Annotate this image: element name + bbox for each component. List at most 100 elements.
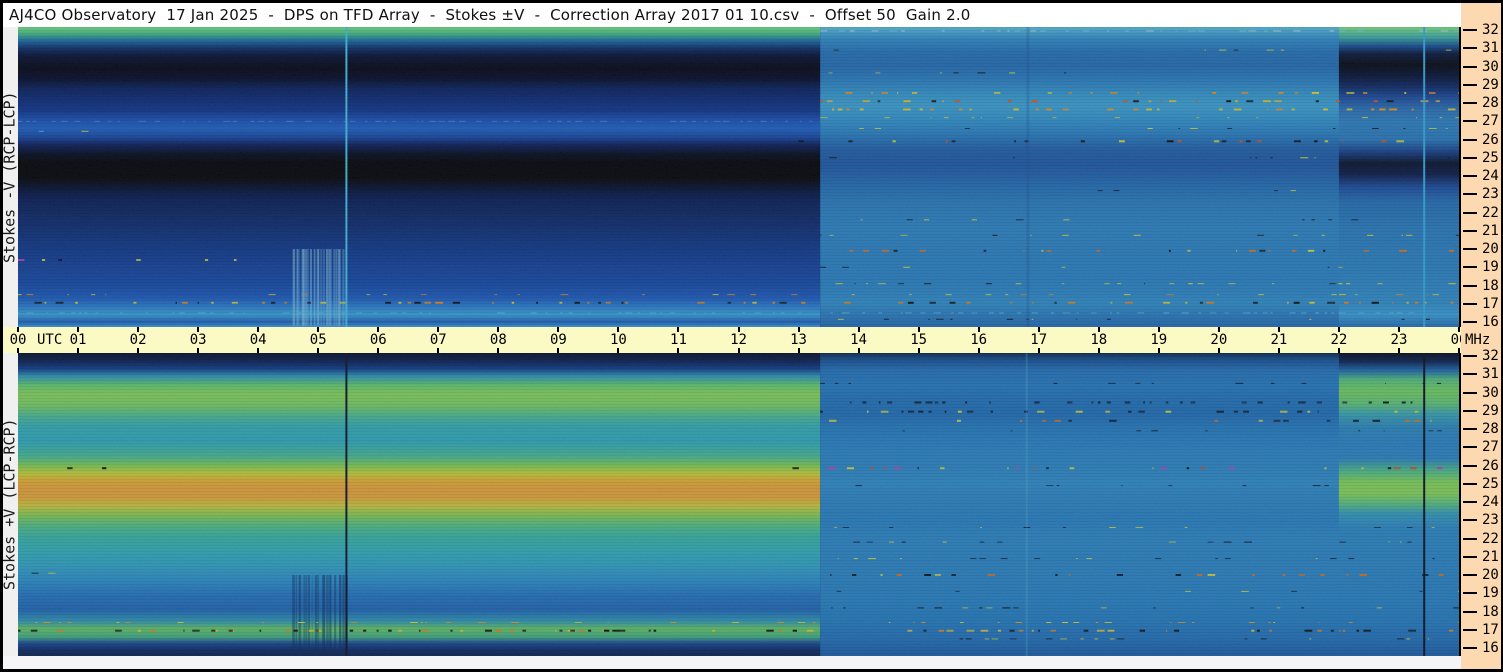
time-tick-label: 20	[1210, 332, 1228, 348]
time-tick-label: 03	[189, 332, 207, 348]
freq-tick	[1463, 156, 1477, 159]
freq-tick	[1463, 501, 1477, 503]
freq-tick	[1463, 373, 1477, 376]
time-tick-label: 23	[1390, 332, 1408, 348]
freq-tick	[1463, 409, 1477, 412]
utc-label: UTC	[37, 332, 63, 348]
freq-tick-label: 31	[1482, 40, 1499, 57]
title-bar: AJ4CO Observatory 17 Jan 2025 - DPS on T…	[3, 3, 1461, 27]
freq-tick	[1463, 321, 1477, 323]
freq-tick	[1463, 229, 1477, 232]
time-tick-label: 05	[309, 332, 327, 348]
spectrogram-canvas	[18, 27, 1459, 327]
freq-tick-label: 16	[1482, 640, 1499, 656]
freq-tick	[1463, 574, 1477, 576]
freq-tick-label: 17	[1482, 295, 1499, 312]
freq-tick	[1463, 446, 1477, 449]
app-window: AJ4CO Observatory 17 Jan 2025 - DPS on T…	[0, 0, 1503, 672]
time-tick-label: 19	[1150, 332, 1168, 348]
panel-label-stokes-pos-v: Stokes +V (LCP-RCP)	[0, 418, 19, 591]
scanline-overlay	[18, 353, 1459, 656]
time-tick-label: 18	[1090, 332, 1108, 348]
time-tick-label: 08	[489, 332, 507, 348]
freq-tick-label: 32	[1482, 348, 1499, 364]
freq-tick-label: 21	[1482, 222, 1499, 239]
freq-tick-label: 18	[1482, 603, 1499, 620]
freq-tick	[1463, 355, 1477, 357]
freq-tick-label: 29	[1482, 76, 1499, 93]
freq-tick-label: 30	[1482, 384, 1499, 401]
window-title: AJ4CO Observatory 17 Jan 2025 - DPS on T…	[9, 6, 971, 24]
spectrogram-canvas	[18, 353, 1459, 656]
freq-tick	[1463, 555, 1477, 558]
freq-tick-label: 29	[1482, 402, 1499, 419]
time-tick-label: 13	[790, 332, 807, 348]
freq-tick-label: 24	[1482, 494, 1499, 510]
spectrogram-top	[18, 27, 1459, 327]
freq-tick-label: 20	[1482, 567, 1499, 583]
panel-label-stokes-neg-v: Stokes -V (RCP-LCP)	[0, 91, 19, 263]
freq-tick	[1463, 628, 1477, 631]
freq-tick	[1463, 519, 1477, 522]
freq-tick-label: 27	[1482, 113, 1499, 130]
time-tick-label: 21	[1270, 332, 1288, 348]
freq-tick	[1463, 102, 1477, 104]
spectrogram-bottom	[18, 353, 1459, 656]
freq-axis-column: MHz 32 31 30 29 28 27 26 25 24 23 22 21 20 19 18 17 16 32…	[1461, 3, 1501, 669]
freq-tick-label: 19	[1482, 585, 1499, 602]
time-tick-label: 11	[670, 332, 687, 348]
time-tick-label: 10	[609, 332, 627, 348]
freq-tick	[1463, 83, 1477, 86]
freq-tick	[1463, 482, 1477, 485]
freq-tick	[1463, 592, 1477, 595]
freq-tick-label: 22	[1482, 530, 1499, 547]
freq-tick-label: 20	[1482, 241, 1499, 257]
time-tick-label: 07	[429, 332, 447, 348]
freq-tick-label: 28	[1482, 421, 1499, 437]
freq-tick	[1463, 464, 1477, 467]
freq-tick	[1463, 537, 1477, 540]
time-tick-label: 00	[9, 332, 27, 348]
freq-tick-label: 30	[1482, 58, 1499, 75]
freq-tick-label: 23	[1482, 512, 1499, 529]
time-axis: UTC 00 01 02 03 04 05 06 07 08 09 10 11 12 13 14 15 16 17…	[3, 327, 1467, 353]
bottom-margin	[3, 656, 1461, 669]
time-tick-label: 17	[1030, 332, 1048, 348]
freq-tick-label: 21	[1482, 548, 1499, 565]
freq-tick-label: 24	[1482, 168, 1499, 184]
freq-tick	[1463, 391, 1477, 394]
time-tick-label: 01	[69, 332, 87, 348]
freq-tick-label: 19	[1482, 259, 1499, 276]
freq-tick	[1463, 65, 1477, 68]
freq-tick-label: 23	[1482, 186, 1499, 203]
freq-tick-label: 22	[1482, 204, 1499, 221]
freq-tick-label: 27	[1482, 439, 1499, 456]
freq-tick	[1463, 29, 1477, 31]
time-tick-label: 15	[910, 332, 928, 348]
freq-tick	[1463, 47, 1477, 50]
freq-tick-label: 18	[1482, 277, 1499, 294]
freq-tick-label: 26	[1482, 131, 1499, 148]
freq-tick	[1463, 248, 1477, 250]
freq-tick-label: 25	[1482, 149, 1499, 166]
freq-tick-label: 28	[1482, 95, 1499, 111]
freq-tick	[1463, 193, 1477, 196]
time-tick-label: 09	[549, 332, 567, 348]
time-tick-label: 06	[369, 332, 387, 348]
freq-tick-label: 17	[1482, 621, 1499, 638]
scanline-overlay	[18, 27, 1459, 327]
time-tick-label: 12	[730, 332, 747, 348]
freq-tick-label: 26	[1482, 457, 1499, 474]
time-tick-label: 14	[850, 332, 868, 348]
freq-tick	[1463, 175, 1477, 177]
freq-tick	[1463, 647, 1477, 649]
freq-tick	[1463, 428, 1477, 430]
time-tick-label: 02	[129, 332, 147, 348]
mhz-unit-label: MHz	[1465, 332, 1491, 348]
freq-tick	[1463, 211, 1477, 214]
freq-tick-label: 16	[1482, 314, 1499, 330]
freq-tick	[1463, 610, 1477, 613]
freq-tick	[1463, 266, 1477, 269]
freq-tick	[1463, 284, 1477, 287]
freq-tick-label: 25	[1482, 475, 1499, 492]
